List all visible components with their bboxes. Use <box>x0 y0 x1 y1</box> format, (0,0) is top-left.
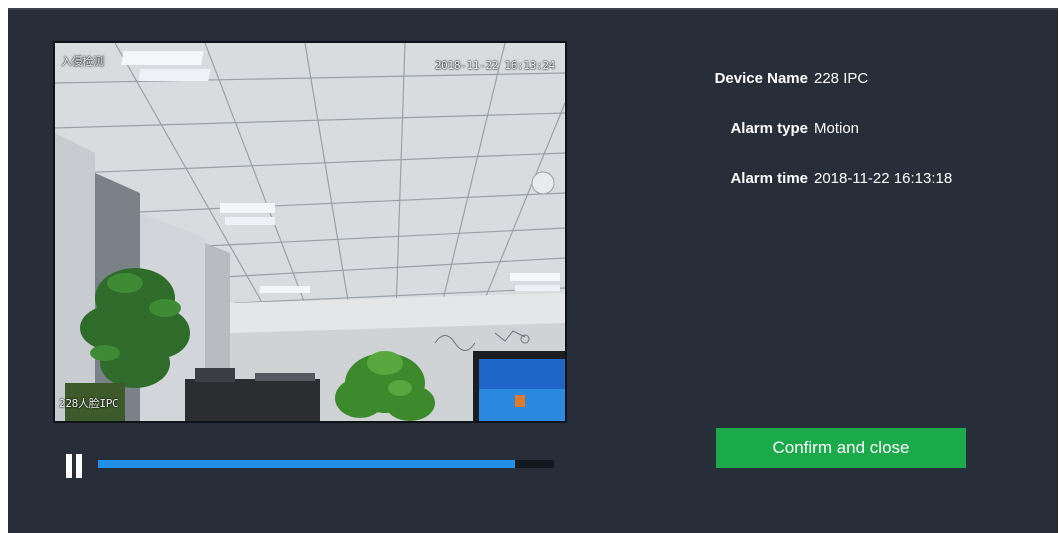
device-name-label: Device Name <box>714 70 808 87</box>
camera-snapshot <box>55 43 565 421</box>
osd-camera-name: 228人脸IPC <box>59 397 119 410</box>
pause-icon <box>66 454 72 478</box>
playback-progress-fill <box>98 460 516 468</box>
alarm-time-value: 2018-11-22 16:13:18 <box>814 170 953 187</box>
playback-progress-bar[interactable] <box>98 460 554 468</box>
alarm-type-label: Alarm type <box>730 120 808 137</box>
confirm-and-close-button[interactable]: Confirm and close <box>716 428 966 468</box>
alarm-type-value: Motion <box>814 120 860 137</box>
osd-timestamp: 2018-11-22 16:13:24 <box>434 59 555 72</box>
alarm-time-row: Alarm time 2018-11-22 16:13:18 <box>698 170 952 187</box>
alarm-dialog: 入侵检测 2018-11-22 16:13:24 228人脸IPC Device… <box>8 8 1058 533</box>
pause-icon-bar <box>76 454 82 478</box>
osd-event-label: 入侵检测 <box>61 55 104 68</box>
video-player[interactable]: 入侵检测 2018-11-22 16:13:24 228人脸IPC <box>53 41 567 423</box>
device-name-value: 228 IPC <box>814 70 869 87</box>
pause-button[interactable] <box>64 452 84 478</box>
device-name-row: Device Name 228 IPC <box>698 70 869 87</box>
alarm-type-row: Alarm type Motion <box>698 120 859 137</box>
alarm-time-label: Alarm time <box>730 170 808 187</box>
